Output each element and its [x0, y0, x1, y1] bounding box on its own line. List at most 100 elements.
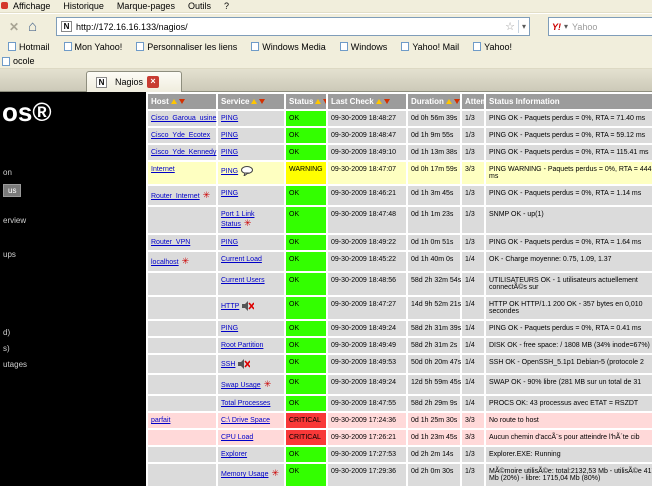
sidebar-item[interactable]: erview	[3, 216, 26, 225]
bookmark-item[interactable]: Windows	[340, 42, 388, 52]
url-text[interactable]: http://172.16.16.133/nagios/	[76, 22, 188, 32]
table-row: PING OK 09-30-2009 18:49:24 58d 2h 31m 3…	[148, 321, 652, 336]
sidebar-item[interactable]: ups	[3, 250, 16, 259]
header-label: Status	[289, 97, 313, 106]
sidebar-item[interactable]: utages	[3, 360, 27, 369]
status-info-cell: SNMP OK - up(1)	[486, 207, 652, 233]
bookmark-item[interactable]: Hotmail	[8, 42, 50, 52]
bookmark-item[interactable]: ocole	[2, 56, 35, 66]
bookmark-icon	[401, 42, 409, 51]
bookmark-item[interactable]: Windows Media	[251, 42, 326, 52]
bookmark-item[interactable]: Yahoo!	[473, 42, 512, 52]
comment-icon[interactable]	[241, 166, 255, 176]
duration-cell: 50d 0h 20m 47s	[408, 355, 460, 373]
sort-ascending-icon[interactable]	[446, 99, 452, 104]
last-check-cell: 09-30-2009 18:47:48	[328, 207, 406, 233]
sort-descending-icon[interactable]	[259, 99, 265, 104]
service-link[interactable]: PING	[221, 239, 238, 246]
service-link[interactable]: Swap Usage	[221, 382, 261, 389]
search-engine-dropdown-icon[interactable]: ▾	[564, 22, 568, 31]
tab-nagios[interactable]: N Nagios ×	[86, 71, 182, 92]
menu-affichage[interactable]: Affichage	[13, 1, 50, 11]
sort-descending-icon[interactable]	[454, 99, 460, 104]
tab-close-icon[interactable]: ×	[147, 76, 159, 88]
sort-ascending-icon[interactable]	[376, 99, 382, 104]
service-link[interactable]: Current Users	[221, 277, 265, 284]
last-check-cell: 09-30-2009 18:49:49	[328, 338, 406, 353]
service-link[interactable]: Memory Usage	[221, 471, 268, 478]
bookmark-item[interactable]: Mon Yahoo!	[64, 42, 123, 52]
status-badge: OK	[286, 447, 326, 462]
menu-historique[interactable]: Historique	[63, 1, 104, 11]
last-check-cell: 09-30-2009 18:45:22	[328, 252, 406, 271]
search-box[interactable]: Y! ▾ Yahoo	[548, 17, 652, 36]
table-row: SSH OK 09-30-2009 18:49:53 50d 0h 20m 47…	[148, 355, 652, 373]
last-check-cell: 09-30-2009 18:46:21	[328, 186, 406, 205]
service-link[interactable]: Total Processes	[221, 400, 270, 407]
duration-cell: 12d 5h 59m 45s	[408, 375, 460, 394]
status-info-cell: DISK OK - free space: / 1808 MB (34% ino…	[486, 338, 652, 353]
table-header-row: Host Service Status Last Check Duration …	[148, 94, 652, 109]
status-info-cell: MÃ©moire utilisÃ©e: total:2132,53 Mb - u…	[486, 464, 652, 486]
status-info-cell: SWAP OK - 90% libre (281 MB sur un total…	[486, 375, 652, 394]
bookmark-label: Yahoo!	[484, 42, 512, 52]
service-link[interactable]: PING	[221, 325, 238, 332]
status-badge: OK	[286, 297, 326, 319]
service-link[interactable]: PING	[221, 168, 238, 175]
urlbar-dropdown-icon[interactable]: ▾	[518, 20, 529, 33]
sidebar-item[interactable]: s)	[3, 344, 10, 353]
bookmark-item[interactable]: Yahoo! Mail	[401, 42, 459, 52]
host-link[interactable]: Router_Internet	[151, 193, 200, 200]
sort-descending-icon[interactable]	[179, 99, 185, 104]
table-row: Total Processes OK 09-30-2009 18:47:55 5…	[148, 396, 652, 411]
bookmark-star-icon[interactable]: ☆	[502, 20, 518, 33]
sort-ascending-icon[interactable]	[315, 99, 321, 104]
sidebar-item[interactable]: d)	[3, 328, 10, 337]
service-link[interactable]: PING	[221, 132, 238, 139]
address-bar[interactable]: N http://172.16.16.133/nagios/ ☆ ▾	[56, 17, 530, 36]
duration-cell: 0d 2h 0m 30s	[408, 464, 460, 486]
status-badge: OK	[286, 252, 326, 271]
sort-ascending-icon[interactable]	[251, 99, 257, 104]
host-link[interactable]: parfait	[151, 417, 170, 424]
status-info-cell: PING OK - Paquets perdus = 0%, RTA = 0.4…	[486, 321, 652, 336]
sort-descending-icon[interactable]	[323, 99, 326, 104]
attempt-cell: 1/3	[462, 207, 484, 233]
service-link[interactable]: CPU Load	[221, 434, 253, 441]
service-link[interactable]: PING	[221, 115, 238, 122]
service-link[interactable]: C:\ Drive Space	[221, 417, 270, 424]
sidebar-item[interactable]: on	[3, 168, 12, 177]
bookmark-icon	[8, 42, 16, 51]
attempt-cell: 1/3	[462, 235, 484, 250]
menu-outils[interactable]: Outils	[188, 1, 211, 11]
host-link[interactable]: localhost	[151, 259, 179, 266]
bookmark-icon	[136, 42, 144, 51]
service-link[interactable]: Root Partition	[221, 342, 263, 349]
sidebar-item-active[interactable]: us	[3, 184, 21, 197]
service-link[interactable]: PING	[221, 190, 238, 197]
menu-marque-pages[interactable]: Marque-pages	[117, 1, 175, 11]
menu-help[interactable]: ?	[224, 1, 229, 11]
site-favicon: N	[61, 21, 72, 32]
service-link[interactable]: PING	[221, 149, 238, 156]
host-link[interactable]: Internet	[151, 166, 175, 173]
stop-icon[interactable]: ✕	[9, 20, 19, 34]
sort-descending-icon[interactable]	[384, 99, 390, 104]
duration-cell: 0d 0h 17m 59s	[408, 162, 460, 184]
status-badge: OK	[286, 375, 326, 394]
sort-ascending-icon[interactable]	[171, 99, 177, 104]
bookmark-label: Windows Media	[262, 42, 326, 52]
host-link[interactable]: Cisco_Yde_Ecotex	[151, 132, 210, 139]
status-info-cell: SSH OK - OpenSSH_5.1p1 Debian-5 (protoco…	[486, 355, 652, 373]
service-link[interactable]: Current Load	[221, 256, 262, 263]
last-check-cell: 09-30-2009 18:48:27	[328, 111, 406, 126]
host-link[interactable]: Cisco_Garoua_usine	[151, 115, 216, 122]
home-icon[interactable]: ⌂	[28, 19, 37, 34]
bookmark-item[interactable]: Personnaliser les liens	[136, 42, 237, 52]
host-link[interactable]: Cisco_Yde_Kennedy	[151, 149, 216, 156]
service-link[interactable]: Explorer	[221, 451, 247, 458]
search-input[interactable]: Yahoo	[572, 22, 597, 32]
service-link[interactable]: SSH	[221, 361, 235, 368]
host-link[interactable]: Router_VPN	[151, 239, 190, 246]
service-link[interactable]: HTTP	[221, 303, 239, 310]
